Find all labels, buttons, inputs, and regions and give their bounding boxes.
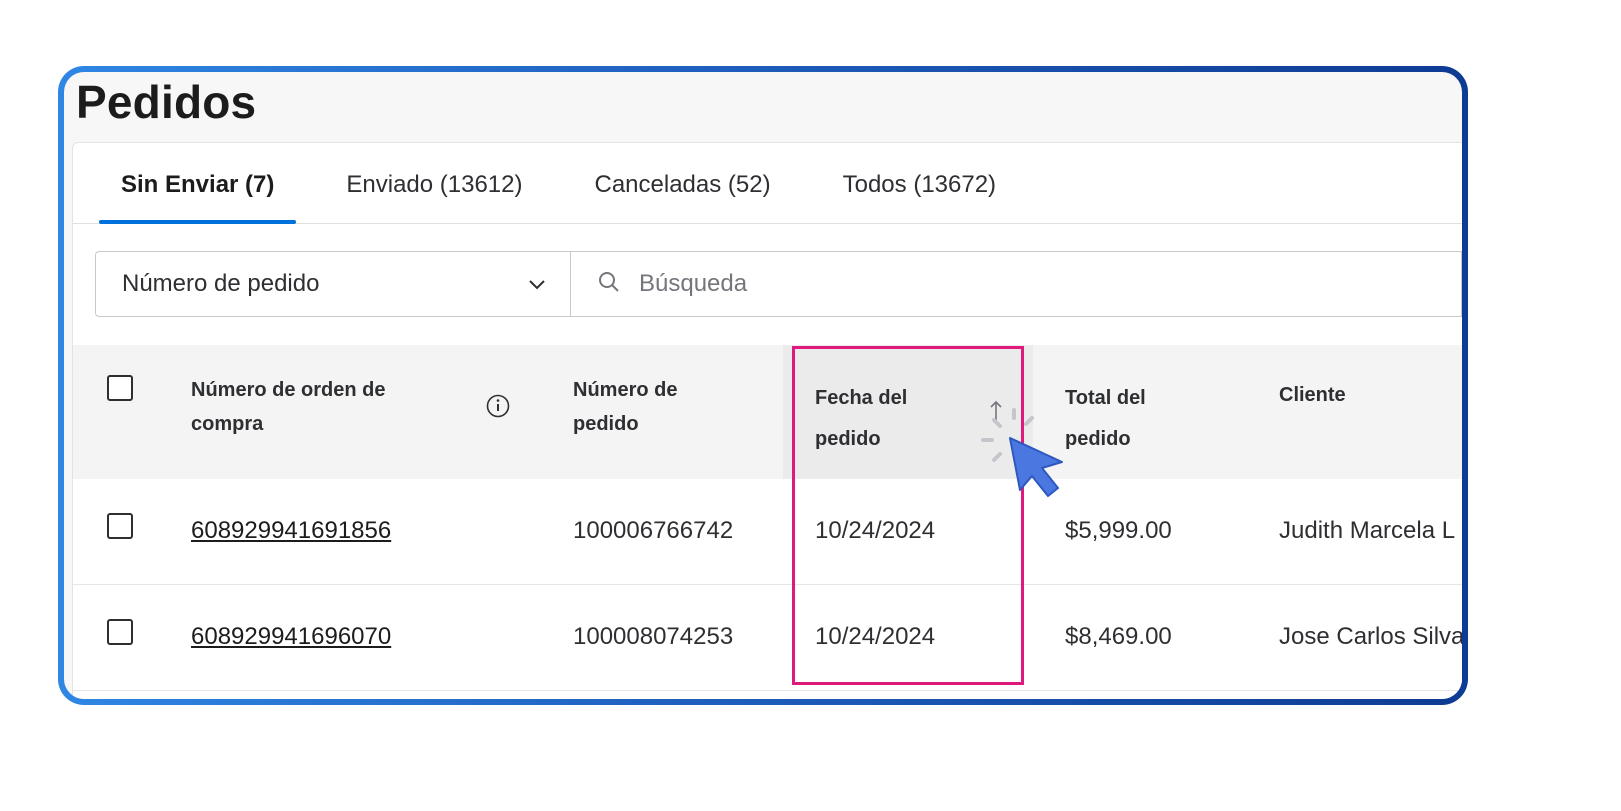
order-date: 10/24/2024 <box>815 623 936 650</box>
page-title: Pedidos <box>76 76 257 128</box>
orders-table: Número de orden de compra Número de pedi… <box>73 345 1462 691</box>
orders-card: Sin Enviar (7) Enviado (13612) Cancelada… <box>72 142 1462 699</box>
pointer-cursor-icon <box>970 390 1080 505</box>
tab-enviado[interactable]: Enviado (13612) <box>324 143 544 223</box>
order-number: 100006766742 <box>573 517 734 544</box>
column-header-order-number[interactable]: Número de pedido <box>573 373 723 441</box>
tab-todos[interactable]: Todos (13672) <box>821 143 1018 223</box>
tab-canceladas[interactable]: Canceladas (52) <box>573 143 793 223</box>
search-input[interactable] <box>637 269 1141 299</box>
screenshot-frame: Pedidos Sin Enviar (7) Enviado (13612) C… <box>58 66 1468 705</box>
select-value: Número de pedido <box>122 270 320 297</box>
column-header-po-number[interactable]: Número de orden de compra <box>191 373 431 441</box>
tab-sin-enviar[interactable]: Sin Enviar (7) <box>99 143 297 224</box>
column-header-order-total[interactable]: Total del pedido <box>1065 378 1185 460</box>
row-checkbox[interactable] <box>107 513 133 539</box>
row-checkbox[interactable] <box>107 619 133 645</box>
tab-bar: Sin Enviar (7) Enviado (13612) Cancelada… <box>73 143 1462 224</box>
column-header-order-date[interactable]: Fecha del pedido <box>815 378 935 460</box>
customer-name: Judith Marcela L <box>1279 517 1456 544</box>
table-row[interactable]: 608929941691856 100006766742 10/24/2024 … <box>73 479 1462 585</box>
info-icon[interactable] <box>485 393 511 424</box>
chevron-down-icon <box>528 270 546 298</box>
filter-bar: Número de pedido <box>95 251 1462 317</box>
app-window: Pedidos Sin Enviar (7) Enviado (13612) C… <box>64 72 1462 699</box>
table-header: Número de orden de compra Número de pedi… <box>73 345 1462 479</box>
order-total: $5,999.00 <box>1065 517 1172 544</box>
table-row[interactable]: 608929941696070 100008074253 10/24/2024 … <box>73 585 1462 691</box>
po-number-link[interactable]: 608929941691856 <box>191 517 391 545</box>
po-number-link[interactable]: 608929941696070 <box>191 623 391 651</box>
search-icon <box>597 270 621 299</box>
order-date: 10/24/2024 <box>815 517 936 544</box>
search-box <box>571 251 1462 317</box>
search-field-select[interactable]: Número de pedido <box>95 251 571 317</box>
customer-name: Jose Carlos Silva <box>1279 623 1462 650</box>
order-number: 100008074253 <box>573 623 734 650</box>
order-total: $8,469.00 <box>1065 623 1172 650</box>
column-header-customer[interactable]: Cliente <box>1279 378 1346 412</box>
select-all-checkbox[interactable] <box>107 375 133 401</box>
